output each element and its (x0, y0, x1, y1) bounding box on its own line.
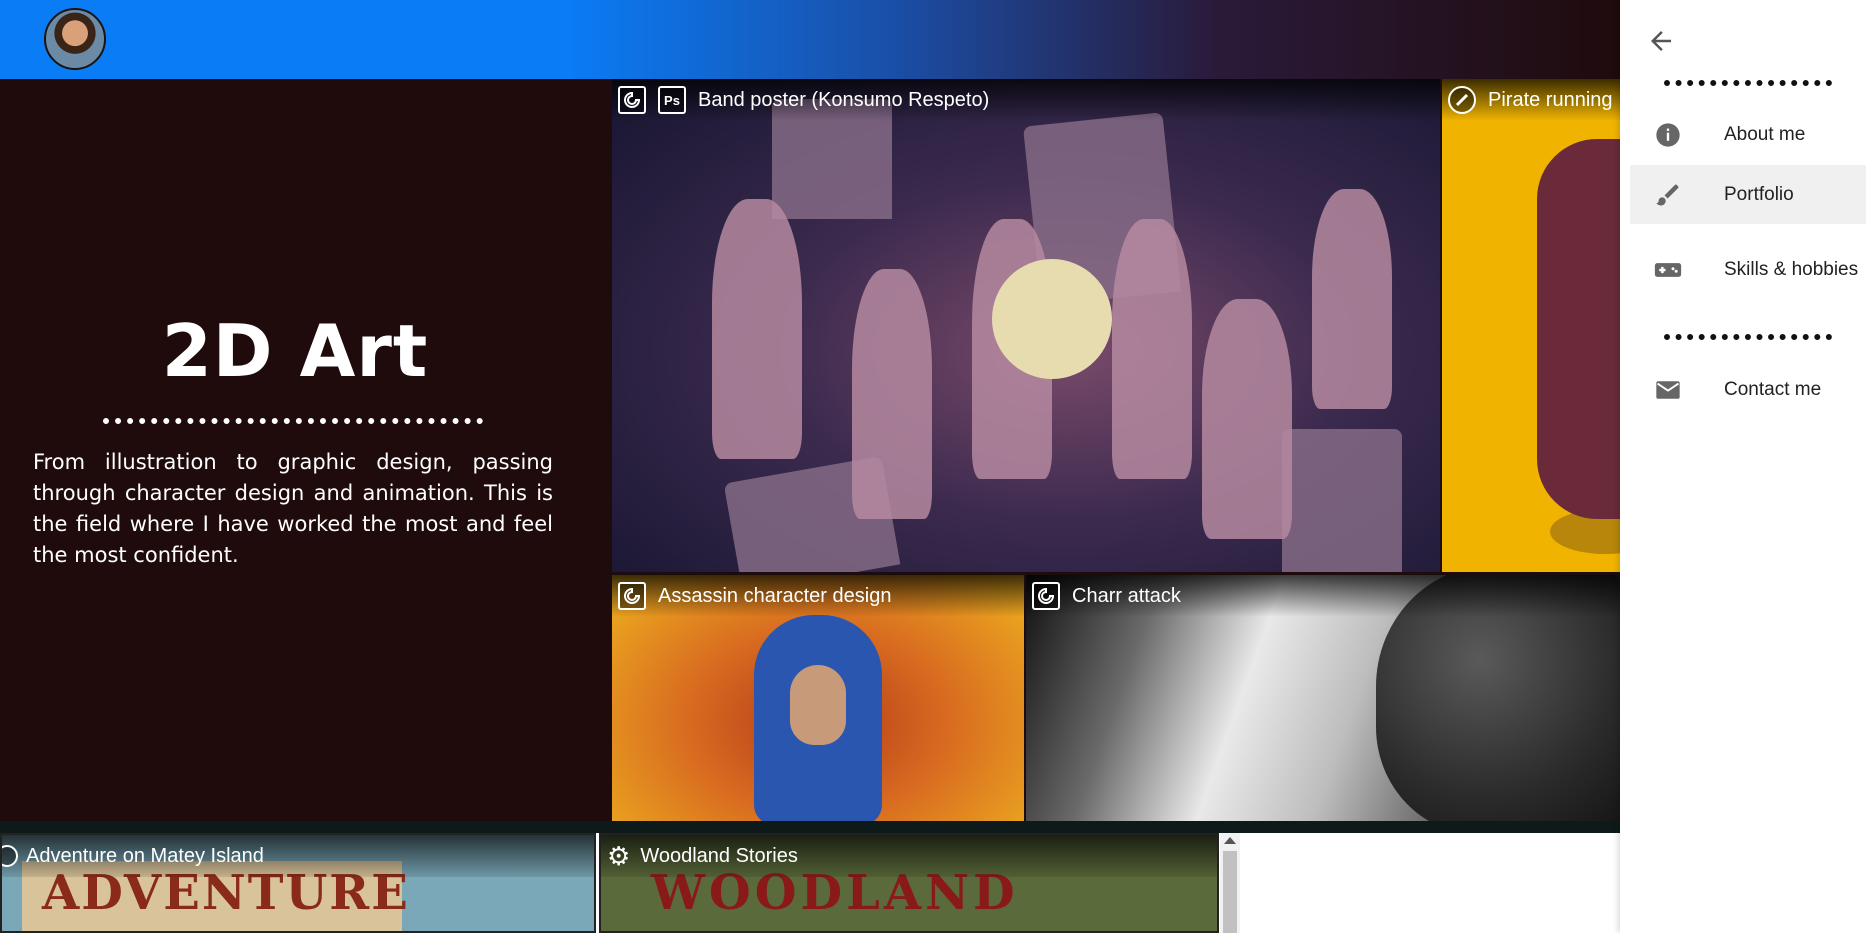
tile-caption: Adventure on Matey Island (2, 835, 594, 877)
gallery-tile-charr-attack[interactable]: Charr attack (1026, 575, 1620, 821)
unity-icon (2, 845, 18, 867)
section-description: From illustration to graphic design, pas… (33, 450, 553, 567)
gears-icon: ⚙ (607, 840, 631, 871)
clip-studio-icon (618, 86, 646, 114)
avatar[interactable] (44, 8, 106, 70)
gallery-tile-adventure[interactable]: ADVENTURE Adventure on Matey Island (0, 833, 596, 933)
section-title: 2D Art (161, 309, 429, 393)
section-intro: 2D Art From illustration to graphic desi… (0, 79, 610, 833)
nav-item-portfolio[interactable]: Portfolio (1630, 165, 1866, 224)
tile-caption: Ps Band poster (Konsumo Respeto) (612, 79, 1440, 121)
gamepad-icon (1642, 255, 1694, 285)
vertical-scrollbar[interactable] (1220, 833, 1240, 933)
clip-studio-icon (618, 582, 646, 610)
gallery-tile-band-poster[interactable]: Ps Band poster (Konsumo Respeto) (612, 79, 1440, 572)
navigation-drawer: About me Portfolio Skills & hobbies Cont… (1620, 0, 1872, 933)
scrollbar-thumb[interactable] (1223, 851, 1237, 933)
brush-icon (1642, 181, 1694, 209)
dotted-divider (1664, 334, 1832, 340)
dotted-divider (103, 418, 483, 424)
nav-item-skills[interactable]: Skills & hobbies (1630, 238, 1866, 302)
tile-title: Charr attack (1072, 584, 1181, 607)
gallery-tile-pirate-running[interactable]: Pirate running (1442, 79, 1620, 572)
scroll-up-arrow-icon[interactable] (1224, 837, 1236, 844)
top-app-bar (0, 0, 1620, 79)
tile-caption: ⚙ Woodland Stories (601, 835, 1217, 877)
tile-caption: Charr attack (1026, 575, 1620, 617)
nav-item-label: Contact me (1724, 379, 1822, 400)
tile-caption: Assassin character design (612, 575, 1024, 617)
krita-icon (1448, 86, 1476, 114)
gallery-tile-assassin[interactable]: Assassin character design (612, 575, 1024, 821)
gallery-tile-woodland[interactable]: WOODLAND ⚙ Woodland Stories (599, 833, 1219, 933)
nav-item-label: Portfolio (1724, 183, 1794, 205)
dotted-divider (1664, 80, 1832, 86)
tile-caption: Pirate running (1442, 79, 1620, 121)
tile-title: Assassin character design (658, 584, 892, 607)
clip-studio-icon (1032, 582, 1060, 610)
mail-icon (1642, 376, 1694, 404)
tile-title: Band poster (Konsumo Respeto) (698, 88, 990, 111)
gallery-divider (0, 821, 1620, 833)
back-arrow-icon[interactable] (1646, 26, 1676, 56)
nav-item-contact[interactable]: Contact me (1630, 370, 1866, 410)
tile-title: Pirate running (1488, 88, 1613, 111)
nav-item-label: About me (1724, 124, 1806, 145)
photoshop-icon: Ps (658, 86, 686, 114)
nav-item-label: Skills & hobbies (1724, 259, 1859, 280)
nav-item-about[interactable]: About me (1630, 115, 1866, 155)
tile-title: Woodland Stories (640, 844, 798, 867)
tile-title: Adventure on Matey Island (26, 844, 264, 867)
info-icon (1642, 121, 1694, 149)
